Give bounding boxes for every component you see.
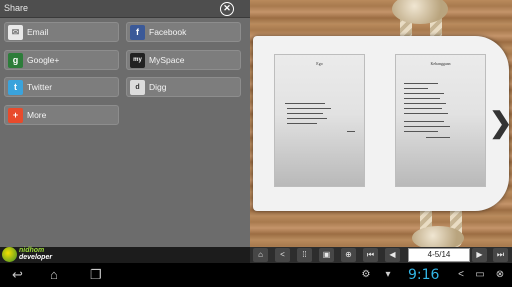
share-facebook-label: Facebook [149, 27, 187, 37]
app-screen: Ego Kebanggaan ❯ Share ✕ ✉ Email f Faceb… [0, 0, 512, 287]
zoom-icon[interactable]: ⊕ [341, 248, 356, 262]
book-viewer[interactable]: Ego Kebanggaan ❯ [253, 36, 512, 211]
text-line [404, 93, 444, 94]
close-icon[interactable]: ✕ [220, 2, 234, 16]
facebook-icon: f [130, 24, 145, 40]
usb-icon: ⚙ [361, 269, 371, 280]
screen-icon[interactable]: ▭ [474, 269, 486, 281]
share-email-label: Email [27, 27, 49, 37]
share-twitter-button[interactable]: t Twitter [4, 77, 119, 97]
text-line [287, 113, 323, 114]
text-line [426, 137, 450, 138]
text-line [404, 83, 438, 84]
text-line [404, 113, 448, 114]
logo-icon [2, 246, 17, 262]
page-indicator[interactable]: 4-5/14 [408, 248, 470, 262]
text-line [404, 88, 428, 89]
next-page-icon[interactable]: ▶ [472, 248, 487, 262]
share-myspace-button[interactable]: my MySpace [126, 50, 241, 70]
pages-icon[interactable]: ▣ [319, 248, 334, 262]
share-facebook-button[interactable]: f Facebook [126, 22, 241, 42]
first-page-icon[interactable]: ⏮ [363, 248, 378, 262]
google-plus-icon: g [8, 52, 23, 68]
logo-line-1: nidhom [19, 247, 45, 254]
home-icon[interactable]: ⌂ [253, 248, 268, 262]
twitter-icon: t [8, 79, 23, 95]
recent-apps-icon[interactable]: ❐ [90, 267, 102, 283]
left-page-title: Ego [316, 61, 323, 66]
share-email-button[interactable]: ✉ Email [4, 22, 119, 42]
prev-page-icon[interactable]: ◀ [385, 248, 400, 262]
download-icon: ▾ [385, 269, 391, 280]
share-more-label: More [27, 110, 47, 120]
myspace-icon: my [130, 52, 145, 68]
text-line [404, 103, 446, 104]
share-more-button[interactable]: + More [4, 105, 119, 125]
system-bar: ↩ ⌂ ❐ ⚙ ▾ 9:16 < ▭ ⊗ [0, 263, 512, 287]
developer-logo: nidhom developer [2, 245, 52, 263]
text-line [404, 98, 440, 99]
text-line [404, 108, 442, 109]
right-page[interactable]: Kebanggaan [395, 54, 486, 187]
back-icon[interactable]: ↩ [12, 267, 23, 283]
next-page-arrow-icon[interactable]: ❯ [489, 108, 512, 138]
share-google-plus-button[interactable]: g Google+ [4, 50, 119, 70]
share-header: Share ✕ [0, 0, 250, 18]
share-myspace-label: MySpace [149, 55, 185, 65]
last-page-icon[interactable]: ⏭ [493, 248, 508, 262]
share-twitter-label: Twitter [27, 82, 53, 92]
text-line [404, 131, 438, 132]
right-page-title: Kebanggaan [430, 61, 451, 66]
book-toolbar: ⌂ < ⁞⁞ ▣ ⊕ ⏮ ◀ 4-5/14 ▶ ⏭ [250, 247, 512, 263]
share-google-plus-label: Google+ [27, 55, 60, 65]
email-icon: ✉ [8, 24, 23, 40]
logo-line-2: developer [19, 254, 53, 261]
digg-icon: d [130, 79, 145, 95]
grid-icon[interactable]: ⁞⁞ [297, 248, 312, 262]
clock: 9:16 [408, 267, 440, 283]
share-panel: Share ✕ ✉ Email f Facebook g Google+ my … [0, 0, 250, 247]
text-line [287, 118, 327, 119]
text-line [404, 126, 450, 127]
share-icon[interactable]: < [275, 248, 290, 262]
text-line [287, 123, 317, 124]
close-icon[interactable]: ⊗ [494, 269, 506, 281]
share-title: Share [4, 3, 29, 13]
text-line [287, 108, 331, 109]
text-line [347, 131, 355, 132]
share-digg-label: Digg [149, 82, 167, 92]
share-icon[interactable]: < [455, 269, 467, 281]
more-icon: + [8, 107, 23, 123]
text-line [285, 103, 325, 104]
home-icon[interactable]: ⌂ [50, 267, 58, 283]
text-line [404, 121, 444, 122]
share-digg-button[interactable]: d Digg [126, 77, 241, 97]
left-page[interactable]: Ego [274, 54, 365, 187]
